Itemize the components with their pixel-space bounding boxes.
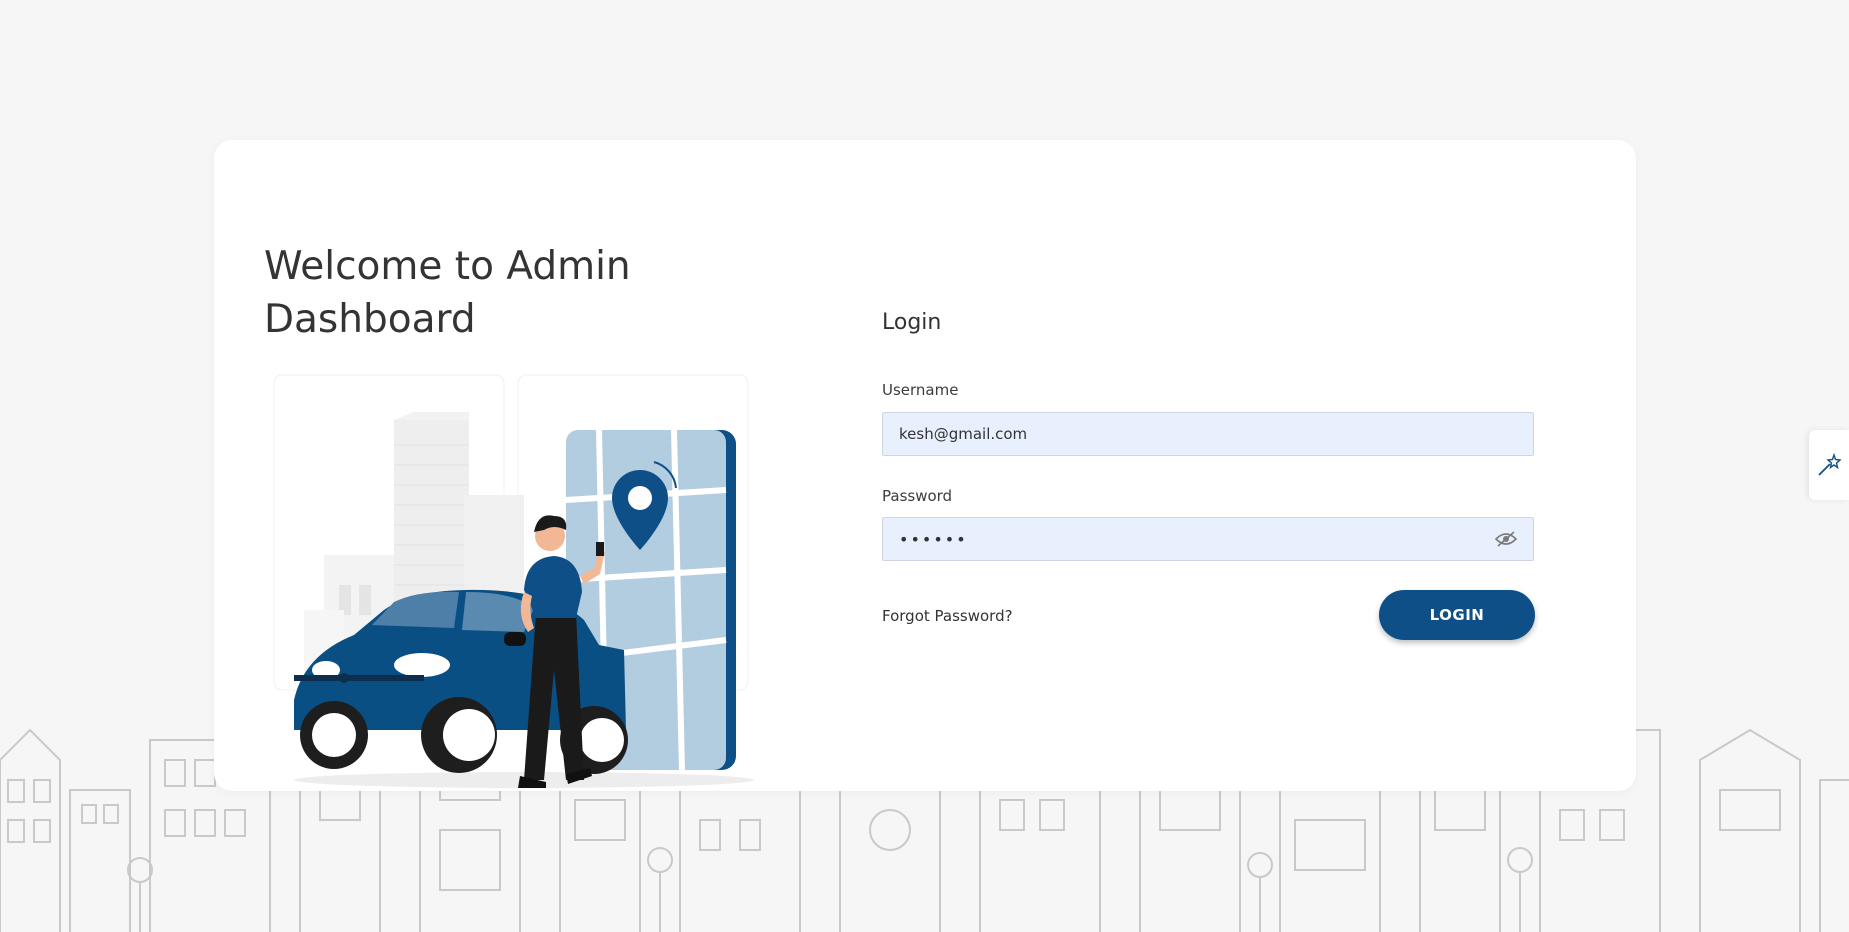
password-label: Password <box>882 487 953 505</box>
magic-wand-icon <box>1818 452 1842 476</box>
car-illustration <box>273 374 754 788</box>
welcome-heading: Welcome to Admin Dashboard <box>264 244 631 342</box>
login-card: Welcome to Admin Dashboard Login Usernam… <box>214 140 1636 791</box>
eye-slash-icon[interactable] <box>1495 531 1517 547</box>
username-input[interactable]: kesh@gmail.com <box>882 412 1534 456</box>
login-title: Login <box>882 310 942 335</box>
username-value: kesh@gmail.com <box>899 425 1028 443</box>
side-settings-tab[interactable] <box>1809 430 1849 500</box>
username-label: Username <box>882 381 959 399</box>
forgot-password-link[interactable]: Forgot Password? <box>882 607 1013 625</box>
password-value: •••••• <box>899 529 968 549</box>
login-panel: Login Username kesh@gmail.com Password •… <box>882 140 1552 791</box>
login-button[interactable]: LOGIN <box>1379 590 1535 640</box>
password-input[interactable]: •••••• <box>882 517 1534 561</box>
